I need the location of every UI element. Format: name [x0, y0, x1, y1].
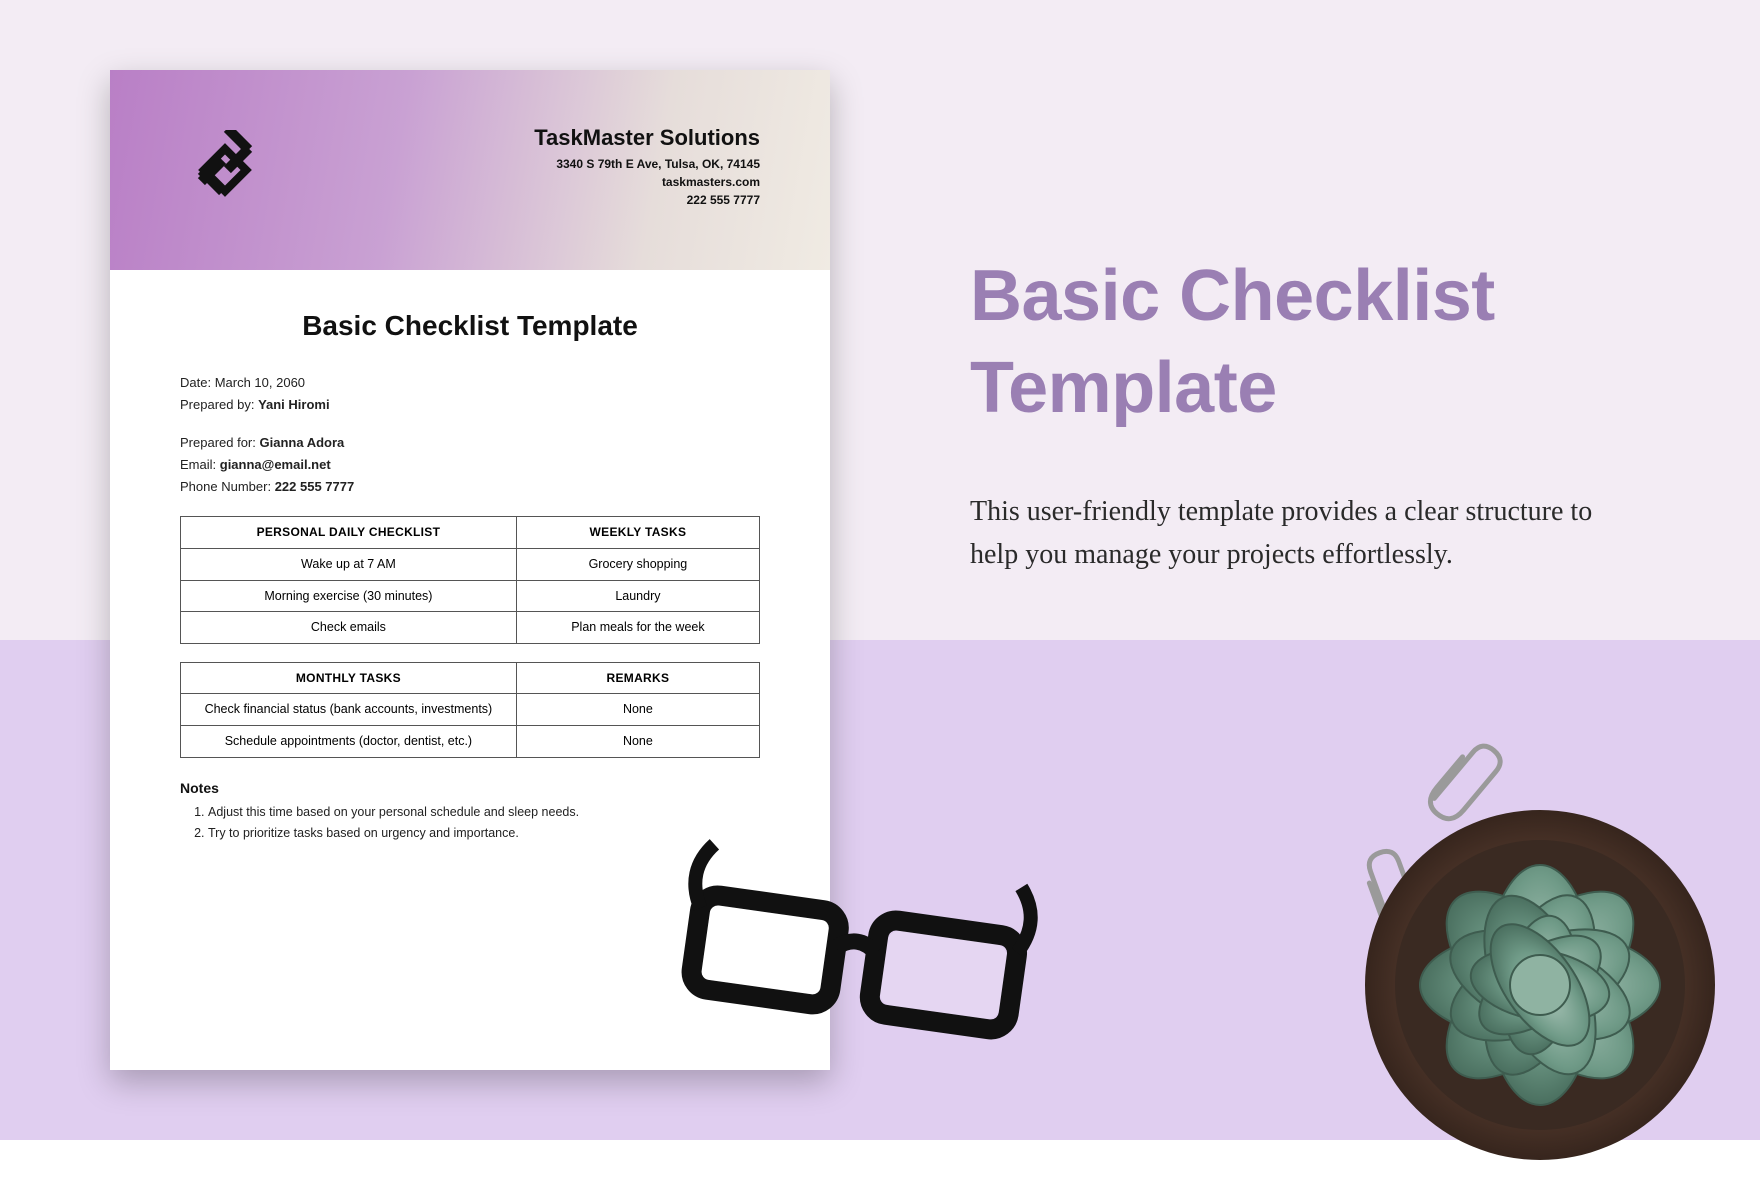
- meta-prepared-for: Prepared for: Gianna Adora: [180, 432, 760, 454]
- succulent-prop-icon: [1350, 795, 1730, 1180]
- company-address: 3340 S 79th E Ave, Tulsa, OK, 74145: [534, 155, 760, 173]
- meta-block-1: Date: March 10, 2060 Prepared by: Yani H…: [180, 372, 760, 416]
- company-phone: 222 555 7777: [534, 191, 760, 209]
- prepared-by-value: Yani Hiromi: [258, 397, 330, 412]
- email-value: gianna@email.net: [220, 457, 331, 472]
- meta-phone: Phone Number: 222 555 7777: [180, 476, 760, 498]
- email-label: Email:: [180, 457, 216, 472]
- phone-value: 222 555 7777: [275, 479, 355, 494]
- date-value: March 10, 2060: [215, 375, 305, 390]
- note-item: Try to prioritize tasks based on urgency…: [208, 823, 760, 844]
- table-row: Wake up at 7 AM Grocery shopping: [181, 548, 760, 580]
- cell: Laundry: [516, 580, 759, 612]
- document-header: TaskMaster Solutions 3340 S 79th E Ave, …: [110, 70, 830, 270]
- table2-header-0: MONTHLY TASKS: [181, 663, 517, 694]
- document-body: Basic Checklist Template Date: March 10,…: [110, 270, 830, 875]
- meta-prepared-by: Prepared by: Yani Hiromi: [180, 394, 760, 416]
- notes-heading: Notes: [180, 780, 760, 796]
- cell: None: [516, 694, 759, 726]
- document-title: Basic Checklist Template: [180, 310, 760, 342]
- company-logo-icon: [185, 130, 265, 215]
- prepared-for-value: Gianna Adora: [260, 435, 345, 450]
- cell: Wake up at 7 AM: [181, 548, 517, 580]
- checklist-table-2: MONTHLY TASKS REMARKS Check financial st…: [180, 662, 760, 758]
- prepared-for-label: Prepared for:: [180, 435, 256, 450]
- promo-subcopy: This user-friendly template provides a c…: [970, 490, 1610, 577]
- table2-header-1: REMARKS: [516, 663, 759, 694]
- cell: Plan meals for the week: [516, 612, 759, 644]
- table-row: Check financial status (bank accounts, i…: [181, 694, 760, 726]
- table-header-row: PERSONAL DAILY CHECKLIST WEEKLY TASKS: [181, 517, 760, 548]
- company-name: TaskMaster Solutions: [534, 125, 760, 151]
- table-row: Morning exercise (30 minutes) Laundry: [181, 580, 760, 612]
- cell: Check financial status (bank accounts, i…: [181, 694, 517, 726]
- date-label: Date:: [180, 375, 211, 390]
- meta-email: Email: gianna@email.net: [180, 454, 760, 476]
- note-item: Adjust this time based on your personal …: [208, 802, 760, 823]
- company-website: taskmasters.com: [534, 173, 760, 191]
- table1-header-0: PERSONAL DAILY CHECKLIST: [181, 517, 517, 548]
- cell: Check emails: [181, 612, 517, 644]
- phone-label: Phone Number:: [180, 479, 271, 494]
- meta-block-2: Prepared for: Gianna Adora Email: gianna…: [180, 432, 760, 498]
- table-row: Schedule appointments (doctor, dentist, …: [181, 726, 760, 758]
- meta-date: Date: March 10, 2060: [180, 372, 760, 394]
- cell: Schedule appointments (doctor, dentist, …: [181, 726, 517, 758]
- cell: Grocery shopping: [516, 548, 759, 580]
- prepared-by-label: Prepared by:: [180, 397, 254, 412]
- checklist-table-1: PERSONAL DAILY CHECKLIST WEEKLY TASKS Wa…: [180, 516, 760, 644]
- notes-list: Adjust this time based on your personal …: [180, 802, 760, 845]
- cell: None: [516, 726, 759, 758]
- cell: Morning exercise (30 minutes): [181, 580, 517, 612]
- company-info: TaskMaster Solutions 3340 S 79th E Ave, …: [534, 125, 760, 209]
- table-header-row: MONTHLY TASKS REMARKS: [181, 663, 760, 694]
- promo-headline: Basic Checklist Template: [970, 250, 1670, 434]
- table-row: Check emails Plan meals for the week: [181, 612, 760, 644]
- table1-header-1: WEEKLY TASKS: [516, 517, 759, 548]
